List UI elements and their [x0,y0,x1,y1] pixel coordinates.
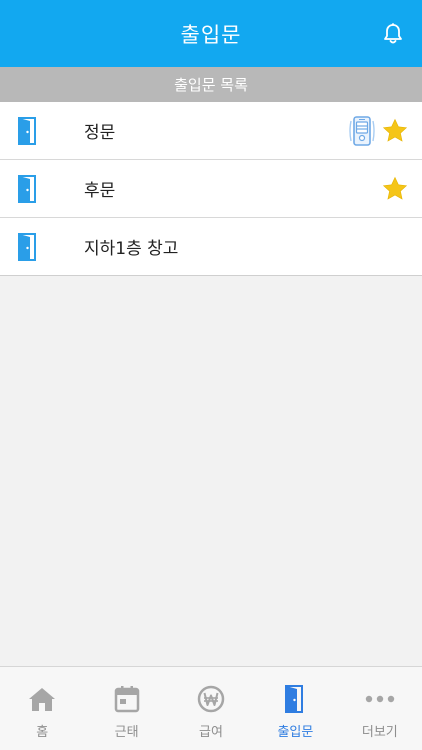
door-label: 정문 [84,123,116,143]
calendar-icon [114,686,139,713]
door-icon [18,233,36,261]
row-actions [348,102,408,160]
door-label: 후문 [84,181,116,201]
page-title: 출입문 [180,22,242,47]
tab-more[interactable]: 더보기 [338,667,422,750]
home-icon [29,688,56,711]
bell-icon [384,23,402,44]
section-title: 출입문 목록 [174,76,248,94]
phone-unlock-icon[interactable] [348,115,376,147]
door-icon [18,175,36,203]
tab-label: 홈 [36,725,49,740]
notification-button[interactable] [382,22,404,46]
door-row[interactable]: 지하1층 창고 [0,218,422,276]
door-icon [18,117,36,145]
tab-payroll[interactable]: 급여 [169,667,253,750]
door-row[interactable]: 후문 [0,160,422,218]
tab-label: 출입문 [277,725,314,740]
door-list: 정문 후문 지하1층 창고 [0,102,422,276]
favorite-star-icon[interactable] [382,176,408,202]
tab-label: 근태 [114,725,139,740]
door-icon [285,685,304,713]
tab-label: 더보기 [361,725,398,740]
tab-home[interactable]: 홈 [0,667,84,750]
tab-door[interactable]: 출입문 [253,667,337,750]
tab-label: 급여 [199,725,223,740]
row-actions [382,160,408,218]
more-icon [365,695,395,703]
section-header: 출입문 목록 [0,67,422,102]
door-row[interactable]: 정문 [0,102,422,160]
app-header: 출입문 [0,0,422,67]
tab-attendance[interactable]: 근태 [84,667,168,750]
tab-bar: 홈 근태 급여 출입문 더보기 [0,666,422,750]
door-label: 지하1층 창고 [84,239,179,259]
favorite-star-icon[interactable] [382,118,408,144]
won-icon [197,685,225,713]
